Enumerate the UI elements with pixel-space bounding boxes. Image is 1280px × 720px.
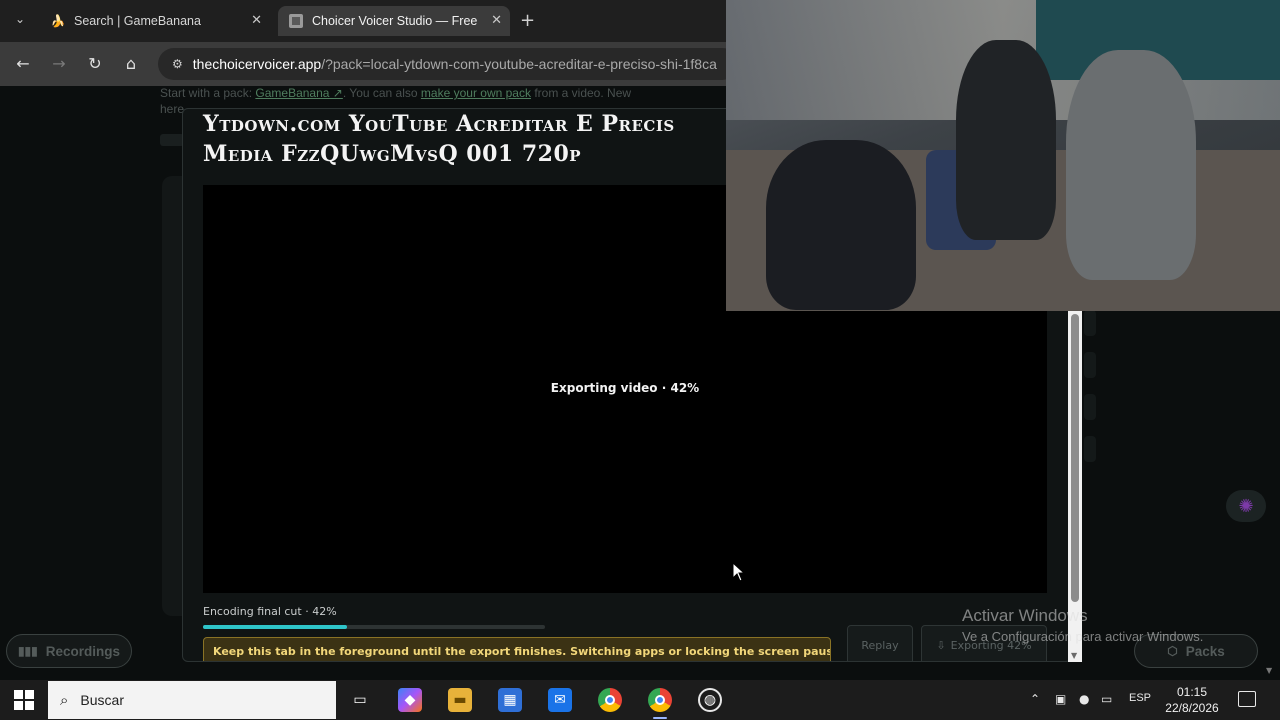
webcam-overlay: [726, 0, 1280, 311]
outlook-icon[interactable]: ✉: [548, 688, 572, 712]
packs-label: Packs: [1185, 643, 1225, 659]
tab-title: Choicer Voicer Studio — Free Online Voic…: [312, 14, 477, 28]
gamebanana-link[interactable]: GameBanana ↗: [255, 86, 342, 100]
webcam-person: [956, 40, 1056, 240]
recordings-button[interactable]: ▮▮▮ Recordings: [6, 634, 132, 668]
home-icon[interactable]: ⌂: [120, 53, 142, 75]
download-icon: ⇩: [936, 638, 946, 652]
intro-prefix: Start with a pack: [160, 86, 249, 100]
banana-icon: 🍌: [50, 14, 66, 28]
page-scroll-down-icon[interactable]: ▼: [1266, 666, 1272, 675]
recordings-label: Recordings: [45, 643, 121, 659]
chrome-icon[interactable]: [598, 688, 622, 712]
windows-start-icon[interactable]: [14, 690, 34, 710]
progress-bar: [203, 625, 545, 629]
close-icon[interactable]: ✕: [251, 12, 262, 28]
search-icon: ⌕: [60, 691, 69, 709]
clock-time: 01:15: [1176, 685, 1208, 699]
site-icon: [288, 13, 304, 29]
background-side-controls: [1084, 310, 1096, 490]
copilot-icon[interactable]: ◆: [398, 688, 422, 712]
search-placeholder: Buscar: [80, 692, 124, 708]
tray-camera-icon[interactable]: ▣: [1055, 692, 1066, 706]
tray-overflow-icon[interactable]: ⌃: [1030, 692, 1040, 706]
windows-activation-watermark: Activar Windows Ve a Configuración para …: [962, 606, 1203, 644]
intro-mid: . You can also: [342, 86, 418, 100]
progress-label: Encoding final cut · 42%: [203, 605, 337, 618]
background-tag: [160, 134, 184, 146]
foreground-warning: Keep this tab in the foreground until th…: [203, 637, 831, 661]
url-path: /?pack=local-ytdown-com-youtube-acredita…: [321, 56, 717, 72]
brain-icon[interactable]: ✺: [1226, 490, 1266, 522]
intro-text: Start with a pack: GameBanana ↗. You can…: [160, 86, 632, 100]
tab-title: Search | GameBanana: [74, 14, 201, 28]
webcam-person: [1066, 50, 1196, 280]
new-tab-icon[interactable]: +: [520, 10, 535, 31]
language-indicator[interactable]: ESP: [1129, 692, 1151, 704]
waveform-icon: ▮▮▮: [17, 644, 38, 658]
tab-gamebanana[interactable]: 🍌 Search | GameBanana ✕: [40, 6, 270, 36]
taskbar-search-input[interactable]: ⌕ Buscar: [48, 681, 336, 719]
microphone-icon[interactable]: ●: [1079, 692, 1089, 706]
tab-search-menu-icon[interactable]: ⌄: [8, 12, 32, 30]
mouse-cursor-icon: [732, 562, 746, 582]
make-pack-link[interactable]: make your own pack: [421, 86, 531, 100]
microsoft-store-icon[interactable]: ▦: [498, 688, 522, 712]
activate-subtitle: Ve a Configuración para activar Windows.: [962, 629, 1204, 644]
back-icon[interactable]: ←: [12, 53, 34, 75]
url-host: thechoicervoicer.app: [192, 56, 322, 72]
obs-icon[interactable]: ◍: [698, 688, 722, 712]
reload-icon[interactable]: ↻: [84, 53, 106, 75]
intro-suffix: from a video. New: [534, 86, 632, 100]
file-explorer-icon[interactable]: ▬: [448, 688, 472, 712]
close-icon[interactable]: ✕: [491, 12, 502, 28]
cube-icon: ⬡: [1167, 644, 1178, 658]
chrome-profile-icon[interactable]: [648, 688, 672, 712]
activate-title: Activar Windows: [962, 606, 1088, 625]
active-app-indicator: [653, 717, 667, 719]
task-view-icon[interactable]: ▭: [348, 688, 372, 712]
forward-icon[interactable]: →: [48, 53, 70, 75]
progress-fill: [203, 625, 347, 629]
windows-taskbar: ⌕ Buscar ▭ ◆ ▬ ▦ ✉ ◍ ⌃ ▣ ● ▭ ESP 01:15 2…: [0, 680, 1280, 720]
export-status: Exporting video · 42%: [550, 381, 700, 395]
intro-text-line2: here: [160, 102, 185, 116]
notifications-icon[interactable]: [1238, 691, 1256, 707]
clock-date: 22/8/2026: [1165, 701, 1219, 715]
tab-choicer-voicer[interactable]: Choicer Voicer Studio — Free Online Voic…: [278, 6, 510, 36]
scroll-down-icon[interactable]: ▼: [1071, 651, 1077, 660]
webcam-person: [766, 140, 916, 310]
site-info-icon[interactable]: ⚙: [172, 57, 183, 71]
scroll-thumb[interactable]: [1071, 314, 1079, 602]
address-bar[interactable]: ⚙ thechoicervoicer.app /?pack=local-ytdo…: [158, 48, 738, 80]
replay-button[interactable]: Replay: [847, 625, 913, 661]
network-icon[interactable]: ▭: [1101, 692, 1112, 706]
system-clock[interactable]: 01:15 22/8/2026: [1160, 684, 1224, 716]
